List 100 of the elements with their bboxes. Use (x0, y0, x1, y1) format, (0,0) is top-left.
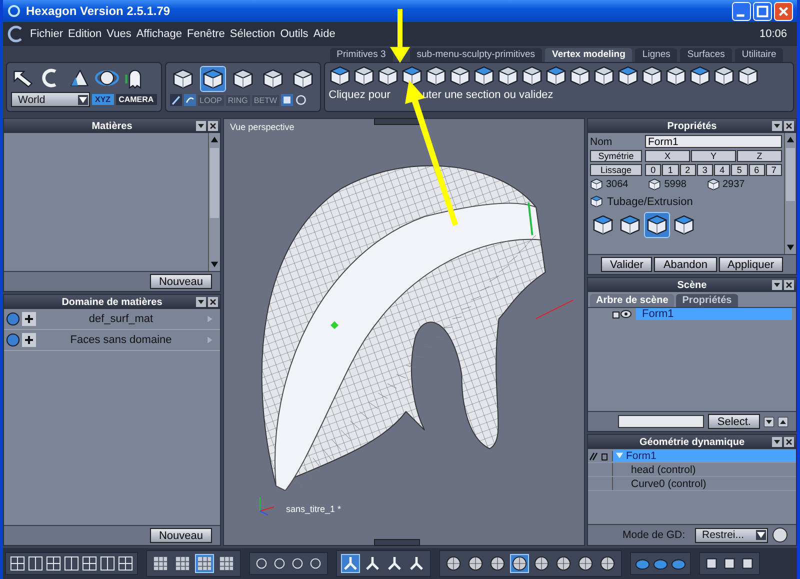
name-field[interactable]: Form1 (645, 135, 782, 148)
square-icon[interactable] (281, 94, 294, 106)
manipulator-button[interactable] (407, 554, 426, 573)
layout-icon[interactable] (82, 556, 97, 571)
panel-tab[interactable]: Propriétés (676, 294, 738, 307)
scroll-up-icon[interactable] (210, 135, 219, 144)
modeling-tool-icon[interactable] (472, 65, 495, 87)
mode-dropdown[interactable]: Restrei... (695, 528, 768, 542)
toolbar-tab[interactable]: Surfaces (680, 48, 732, 62)
modeling-tool-icon[interactable] (376, 65, 399, 87)
menu-item[interactable]: Fichier (30, 28, 64, 40)
toolbar-tab[interactable]: sub-menu-sculpty-primitives (410, 48, 542, 62)
modeling-tool-icon[interactable] (400, 65, 423, 87)
scroll-down-icon[interactable] (786, 243, 795, 252)
layout-icon[interactable] (64, 556, 79, 571)
new-button[interactable]: Nouveau (150, 274, 212, 289)
modeling-tool-icon[interactable] (496, 65, 519, 87)
layout-icon[interactable] (28, 556, 43, 571)
smoothing-level-button[interactable]: 4 (714, 164, 730, 176)
collapse-icon[interactable] (772, 280, 782, 290)
shading-mode-button[interactable] (532, 554, 551, 573)
close-icon[interactable] (784, 280, 794, 290)
action-button[interactable]: Appliquer (718, 257, 783, 272)
smoothing-button[interactable]: Lissage (590, 164, 642, 176)
brush-icon[interactable] (170, 94, 182, 106)
shading-mode-button[interactable] (576, 554, 595, 573)
scroll-down-icon[interactable] (210, 260, 219, 269)
display-mode-button[interactable] (195, 554, 214, 573)
shading-mode-button[interactable] (488, 554, 507, 573)
mesh-count-icon[interactable] (648, 178, 662, 191)
close-icon[interactable] (208, 121, 218, 131)
menu-item[interactable]: Fenêtre (187, 28, 225, 40)
close-icon[interactable] (208, 297, 218, 307)
selection-option-button[interactable]: LOOP (198, 94, 224, 106)
display-mode-button[interactable] (173, 554, 192, 573)
tree-item[interactable]: Form1 (626, 450, 656, 462)
move-up-icon[interactable] (778, 416, 788, 426)
menu-item[interactable]: Sélection (230, 28, 276, 40)
shading-mode-button[interactable] (554, 554, 573, 573)
axis-button[interactable]: Y (691, 150, 736, 162)
display-mode-button[interactable] (151, 554, 170, 573)
new-button[interactable]: Nouveau (150, 528, 212, 543)
manipulator-button[interactable] (341, 554, 360, 573)
toolbar-tab[interactable]: Utilitaire (734, 48, 784, 62)
tool-icon[interactable] (590, 195, 603, 208)
navigation-icon[interactable] (290, 556, 305, 571)
lasso-icon[interactable] (184, 94, 196, 106)
axis-button[interactable]: X (645, 150, 690, 162)
navigation-icon[interactable] (272, 556, 287, 571)
tree-item[interactable]: head (control) (613, 464, 796, 476)
action-button[interactable]: Valider (601, 257, 652, 272)
shading-mode-button[interactable] (444, 554, 463, 573)
scrollbar[interactable] (208, 133, 220, 271)
symmetry-button[interactable]: Symétrie (590, 150, 642, 162)
object-icon[interactable] (740, 556, 755, 571)
object-icon[interactable] (722, 556, 737, 571)
toolbar-tab[interactable]: Vertex modeling (545, 48, 632, 62)
3d-viewport[interactable]: Vue perspective sans_titre_1 * (223, 118, 585, 546)
modeling-tool-icon[interactable] (448, 65, 471, 87)
select-button[interactable]: Select. (708, 414, 760, 429)
tree-item[interactable]: Curve0 (control) (613, 478, 796, 490)
toolbar-tab[interactable]: Primitives 3 (330, 48, 393, 62)
manipulator-button[interactable] (385, 554, 404, 573)
material-domain-item[interactable]: def_surf_mat (38, 313, 204, 325)
selection-option-button[interactable]: RING (226, 94, 250, 106)
modeling-tool-icon[interactable] (736, 65, 759, 87)
dropdown-arrow-icon[interactable] (78, 94, 88, 104)
coordinate-toggle[interactable]: CAMERA (116, 94, 157, 105)
layout-icon[interactable] (46, 556, 61, 571)
collapse-handle[interactable] (374, 118, 420, 125)
modeling-tool-icon[interactable] (544, 65, 567, 87)
modeling-tool-icon[interactable] (328, 65, 351, 87)
plus-icon[interactable] (22, 312, 36, 326)
mesh-count-icon[interactable] (706, 178, 720, 191)
close-icon[interactable] (784, 121, 794, 131)
coordinate-space-dropdown[interactable]: World (11, 92, 90, 107)
shading-mode-button[interactable] (466, 554, 485, 573)
collapse-icon[interactable] (196, 121, 206, 131)
scene-item[interactable]: Form1 (636, 308, 792, 320)
layout-icon[interactable] (100, 556, 115, 571)
menu-item[interactable]: Outils (280, 28, 308, 40)
move-down-icon[interactable] (764, 416, 774, 426)
smoothing-level-button[interactable]: 1 (662, 164, 678, 176)
modeling-tool-icon[interactable] (352, 65, 375, 87)
smoothing-level-button[interactable]: 5 (731, 164, 748, 176)
modeling-tool-icon[interactable] (688, 65, 711, 87)
object-icon[interactable] (704, 556, 719, 571)
modeling-tool-icon[interactable] (616, 65, 639, 87)
sphere-icon[interactable] (772, 527, 788, 543)
toolbar-tab[interactable]: Lignes (635, 48, 678, 62)
navigation-icon[interactable] (254, 556, 269, 571)
collapse-icon[interactable] (196, 297, 206, 307)
modeling-tool-icon[interactable] (568, 65, 591, 87)
smoothing-level-button[interactable]: 6 (748, 164, 765, 176)
collapse-icon[interactable] (772, 437, 782, 447)
navigation-icon[interactable] (308, 556, 323, 571)
lock-and-eye-icon[interactable] (612, 309, 632, 319)
minimize-icon[interactable] (732, 2, 751, 20)
layout-icon[interactable] (118, 556, 133, 571)
menu-item[interactable]: Edition (68, 28, 102, 40)
